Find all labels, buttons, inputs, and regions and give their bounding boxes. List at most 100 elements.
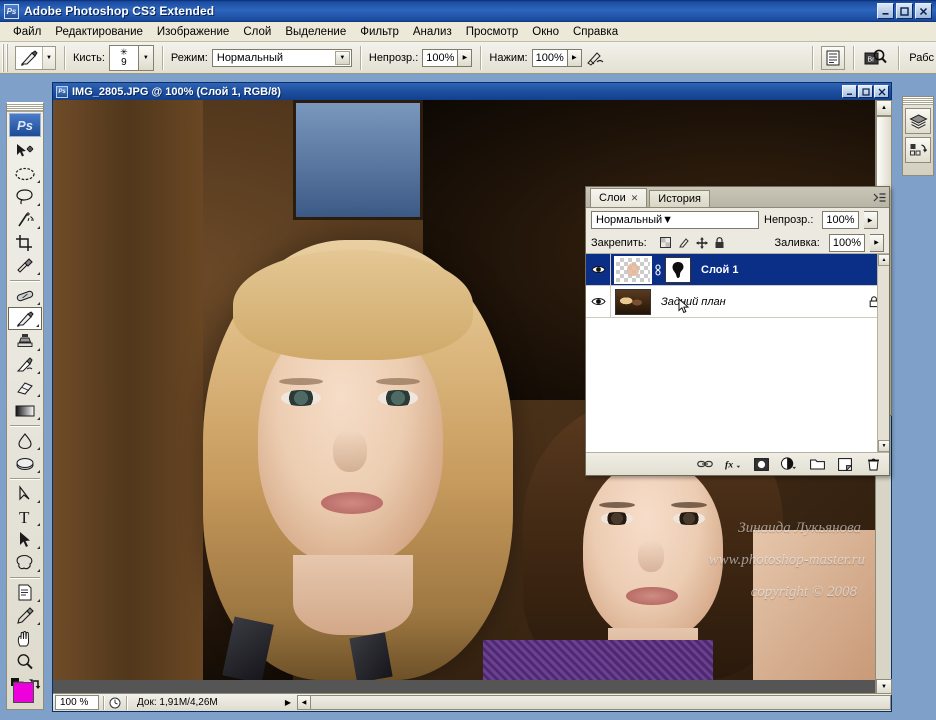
menu-file[interactable]: Файл xyxy=(6,24,48,40)
menu-window[interactable]: Окно xyxy=(525,24,566,40)
dodge-tool[interactable] xyxy=(8,452,42,475)
lock-transparency-icon[interactable] xyxy=(660,237,672,249)
layer-style-button[interactable]: fx xyxy=(725,456,741,472)
path-selection-tool[interactable] xyxy=(8,528,42,551)
layer-name[interactable]: Задний план xyxy=(661,296,726,308)
eyedropper-tool[interactable] xyxy=(8,604,42,627)
hand-tool[interactable] xyxy=(8,627,42,650)
actions-dock-icon[interactable] xyxy=(905,137,931,163)
foreground-color-swatch[interactable] xyxy=(13,682,34,703)
layer-list[interactable]: Слой 1 Задний план ▲ ▼ xyxy=(586,254,889,453)
add-layer-mask-button[interactable] xyxy=(753,456,769,472)
adjustment-layer-button[interactable] xyxy=(781,456,797,472)
menu-view[interactable]: Просмотр xyxy=(459,24,526,40)
go-to-bridge-icon[interactable]: Br xyxy=(862,46,890,70)
menu-filter[interactable]: Фильтр xyxy=(353,24,406,40)
layer-visibility-toggle[interactable] xyxy=(586,286,611,317)
palettes-toggle-icon[interactable] xyxy=(821,46,846,70)
eraser-tool[interactable] xyxy=(8,376,42,399)
type-tool[interactable]: T xyxy=(8,505,42,528)
close-button[interactable] xyxy=(915,3,932,19)
new-group-button[interactable] xyxy=(809,456,825,472)
menu-layer[interactable]: Слой xyxy=(236,24,278,40)
move-tool[interactable] xyxy=(8,139,42,162)
layer-list-scrollbar[interactable]: ▲ ▼ xyxy=(877,254,889,452)
scroll-left-button[interactable]: ◀ xyxy=(297,695,311,710)
tool-preset-dropdown[interactable]: ▼ xyxy=(42,46,55,69)
airbrush-icon[interactable] xyxy=(582,46,608,70)
crop-tool[interactable] xyxy=(8,231,42,254)
zoom-level-field[interactable]: 100 % xyxy=(55,695,99,710)
clone-stamp-tool[interactable] xyxy=(8,330,42,353)
layer-scroll-up-button[interactable]: ▲ xyxy=(878,254,889,266)
layer-opacity-arrow[interactable]: ▶ xyxy=(863,211,878,229)
minimize-button[interactable] xyxy=(877,3,894,19)
mask-link-icon[interactable] xyxy=(651,263,665,276)
fill-value[interactable]: 100% xyxy=(828,233,865,252)
flow-slider-arrow[interactable]: ▶ xyxy=(567,48,582,67)
menu-image[interactable]: Изображение xyxy=(150,24,236,40)
lock-position-icon[interactable] xyxy=(696,237,708,249)
scroll-up-button[interactable]: ▲ xyxy=(876,100,892,116)
layer-thumbnail[interactable] xyxy=(615,288,651,315)
table-row[interactable]: Слой 1 xyxy=(586,254,889,286)
zoom-tool[interactable] xyxy=(8,650,42,673)
workspace-label[interactable]: Рабс xyxy=(907,52,936,64)
tab-history[interactable]: История xyxy=(649,190,710,207)
opacity-slider-arrow[interactable]: ▶ xyxy=(458,48,473,67)
link-layers-button[interactable] xyxy=(697,456,713,472)
panel-menu-icon[interactable] xyxy=(872,190,886,204)
flow-value[interactable]: 100% xyxy=(531,48,568,67)
brush-size-display[interactable]: ✳ 9 xyxy=(108,44,139,71)
document-title-bar[interactable]: Ps IMG_2805.JPG @ 100% (Слой 1, RGB/8) xyxy=(53,83,891,100)
blur-tool[interactable] xyxy=(8,429,42,452)
table-row[interactable]: Задний план xyxy=(586,286,889,318)
layer-opacity-value[interactable]: 100% xyxy=(822,211,859,229)
lock-image-icon[interactable] xyxy=(678,237,690,249)
layer-visibility-toggle[interactable] xyxy=(586,254,611,285)
dock-grip[interactable] xyxy=(903,97,933,105)
layer-mask-thumbnail[interactable] xyxy=(665,256,691,283)
shape-tool[interactable] xyxy=(8,551,42,574)
tab-layers[interactable]: Слои ✕ xyxy=(590,188,648,207)
brush-tool[interactable] xyxy=(8,307,42,330)
lasso-tool[interactable] xyxy=(8,185,42,208)
document-close-button[interactable] xyxy=(874,85,889,98)
brush-picker-dropdown[interactable]: ▼ xyxy=(138,44,154,71)
horizontal-scroll-track[interactable] xyxy=(311,695,891,710)
eyedropper-tool-top[interactable] xyxy=(8,254,42,277)
gradient-tool[interactable] xyxy=(8,399,42,422)
marquee-tool[interactable] xyxy=(8,162,42,185)
maximize-button[interactable] xyxy=(896,3,913,19)
layers-dock-icon[interactable] xyxy=(905,108,931,134)
chevron-down-icon[interactable]: ▼ xyxy=(662,214,673,226)
new-layer-button[interactable] xyxy=(837,456,853,472)
chevron-down-icon[interactable]: ▼ xyxy=(334,50,350,65)
toolbox-grip[interactable] xyxy=(7,103,43,112)
menu-select[interactable]: Выделение xyxy=(278,24,353,40)
delete-layer-button[interactable] xyxy=(865,456,881,472)
status-menu-arrow[interactable]: ▶ xyxy=(281,696,295,710)
options-bar-grip[interactable] xyxy=(2,43,10,72)
current-tool-preview[interactable]: ▼ xyxy=(15,45,56,70)
magic-wand-tool[interactable] xyxy=(8,208,42,231)
notes-tool[interactable] xyxy=(8,581,42,604)
opacity-value[interactable]: 100% xyxy=(422,48,459,67)
history-brush-tool[interactable] xyxy=(8,353,42,376)
menu-help[interactable]: Справка xyxy=(566,24,625,40)
blend-mode-select[interactable]: Нормальный ▼ xyxy=(211,48,352,67)
document-minimize-button[interactable] xyxy=(842,85,857,98)
layer-scroll-down-button[interactable]: ▼ xyxy=(878,440,889,452)
menu-edit[interactable]: Редактирование xyxy=(48,24,150,40)
lock-all-icon[interactable] xyxy=(714,236,726,249)
fill-arrow[interactable]: ▶ xyxy=(870,233,884,252)
layer-thumbnail[interactable] xyxy=(614,255,652,284)
pen-tool[interactable] xyxy=(8,482,42,505)
layer-name[interactable]: Слой 1 xyxy=(701,264,738,276)
close-icon[interactable]: ✕ xyxy=(631,193,639,204)
horizontal-scrollbar[interactable]: ◀ xyxy=(297,695,891,710)
menu-analysis[interactable]: Анализ xyxy=(406,24,459,40)
document-maximize-button[interactable] xyxy=(858,85,873,98)
healing-brush-tool[interactable] xyxy=(8,284,42,307)
layer-blend-mode-select[interactable]: Нормальный ▼ xyxy=(591,211,759,229)
